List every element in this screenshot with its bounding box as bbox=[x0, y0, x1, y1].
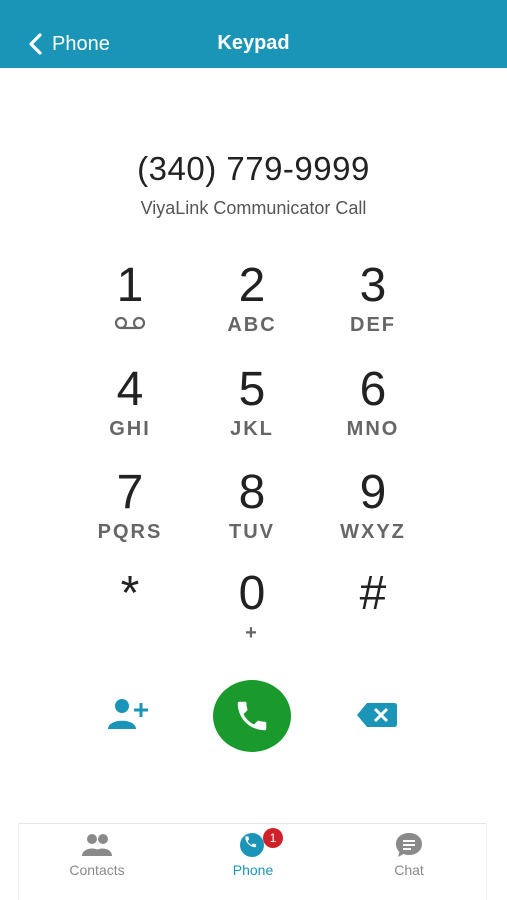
key-letters: GHI bbox=[109, 418, 151, 440]
key-digit: 2 bbox=[238, 259, 266, 312]
key-digit: 9 bbox=[359, 466, 387, 519]
tab-chat[interactable]: Chat bbox=[331, 824, 487, 900]
key-digit: 5 bbox=[238, 363, 266, 416]
key-digit: 4 bbox=[116, 363, 144, 416]
key-letters: + bbox=[245, 622, 259, 644]
key-digit: 7 bbox=[116, 466, 144, 519]
key-letters: PQRS bbox=[97, 521, 163, 543]
page-title: Keypad bbox=[217, 32, 290, 54]
key-digit: 1 bbox=[116, 259, 144, 312]
key-7[interactable]: 7 PQRS bbox=[70, 465, 190, 559]
notification-badge: 1 bbox=[263, 828, 283, 848]
key-hash[interactable]: # bbox=[313, 566, 433, 660]
tab-label: Contacts bbox=[69, 862, 125, 878]
dialed-number: (340) 779-9999 bbox=[137, 150, 370, 187]
key-1[interactable]: 1 bbox=[70, 258, 190, 352]
chat-icon bbox=[396, 833, 422, 857]
tab-label: Chat bbox=[394, 862, 424, 878]
tab-phone[interactable]: Phone bbox=[175, 824, 331, 900]
key-0[interactable]: 0 + bbox=[192, 566, 312, 660]
voicemail-icon bbox=[114, 316, 146, 330]
key-digit: 8 bbox=[238, 466, 266, 519]
tab-contacts[interactable]: Contacts bbox=[19, 824, 175, 900]
key-3[interactable]: 3 DEF bbox=[313, 258, 433, 352]
key-8[interactable]: 8 TUV bbox=[192, 465, 312, 559]
key-4[interactable]: 4 GHI bbox=[70, 362, 190, 456]
call-type-label: ViyaLink Communicator Call bbox=[140, 198, 367, 218]
backspace-icon[interactable] bbox=[356, 702, 398, 728]
key-digit: 6 bbox=[359, 363, 387, 416]
key-digit: # bbox=[359, 567, 387, 620]
bottom-tab-bar: Contacts Phone 1 Chat bbox=[18, 823, 487, 900]
key-letters: TUV bbox=[229, 521, 275, 543]
navigation-header: Phone Keypad bbox=[0, 0, 507, 68]
key-5[interactable]: 5 JKL bbox=[192, 362, 312, 456]
key-digit: 3 bbox=[359, 259, 387, 312]
key-letters: ABC bbox=[227, 314, 277, 336]
key-digit: 0 bbox=[238, 567, 266, 620]
key-9[interactable]: 9 WXYZ bbox=[313, 465, 433, 559]
call-actions bbox=[0, 678, 507, 754]
tab-label: Phone bbox=[232, 862, 274, 878]
add-contact-icon[interactable] bbox=[106, 696, 150, 732]
key-digit: * bbox=[120, 567, 140, 620]
contacts-icon bbox=[82, 834, 112, 856]
key-star[interactable]: * bbox=[70, 566, 190, 660]
call-button[interactable] bbox=[213, 680, 291, 752]
key-letters: DEF bbox=[350, 314, 396, 336]
key-letters: JKL bbox=[230, 418, 274, 440]
key-2[interactable]: 2 ABC bbox=[192, 258, 312, 352]
key-letters: MNO bbox=[346, 418, 400, 440]
phone-handset-icon bbox=[237, 701, 267, 731]
key-6[interactable]: 6 MNO bbox=[313, 362, 433, 456]
key-letters: WXYZ bbox=[340, 521, 406, 543]
